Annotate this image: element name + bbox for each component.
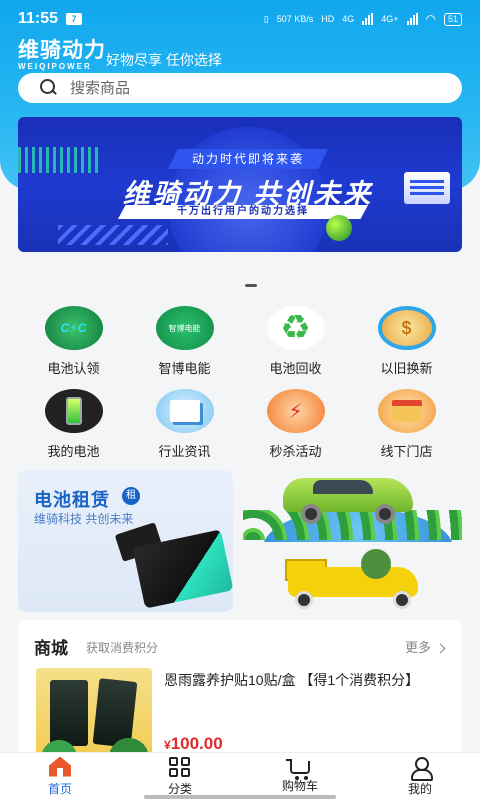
- car-wheel-icon: [375, 504, 395, 524]
- store-icon: [377, 389, 436, 433]
- app-notification-icon: 7: [66, 13, 83, 25]
- rental-badge: 租: [122, 487, 140, 505]
- menu-item-battery-claim[interactable]: C⚡C 电池认领: [18, 306, 129, 377]
- zhibo-energy-icon: 智博电能: [155, 306, 214, 350]
- brand-subtitle: WEIQIPOWER: [18, 62, 92, 71]
- brand-logo: 维骑动力 WEIQIPOWER: [18, 39, 106, 72]
- price-value: 100.00: [170, 734, 223, 753]
- menu-label: 电池回收: [269, 361, 322, 376]
- carousel-indicator: [245, 284, 257, 287]
- ball-graphic-icon: [326, 215, 352, 241]
- menu-item-news[interactable]: 行业资讯: [129, 389, 240, 460]
- tab-label: 购物车: [281, 779, 318, 793]
- tab-mine[interactable]: 我的: [360, 753, 480, 800]
- sim2-label: 4G+: [381, 14, 399, 24]
- banner-decoration-bars: [58, 225, 168, 245]
- product-price: ¥100.00: [164, 734, 223, 754]
- battery-claim-icon: C⚡C: [44, 306, 103, 350]
- rental-subtitle: 维骑科技 共创未来: [34, 512, 134, 526]
- status-time: 11:55: [18, 10, 59, 27]
- news-icon: [155, 389, 214, 433]
- car-window: [313, 480, 373, 494]
- trees-graphic: [243, 510, 462, 540]
- signal-icon-2: [406, 13, 418, 25]
- rider-icon: [361, 549, 391, 579]
- banner-decoration: [18, 147, 98, 173]
- zhibo-icon-text: 智博电能: [168, 323, 201, 333]
- search-icon: [40, 79, 58, 97]
- menu-item-recycle[interactable]: ♻ 电池回收: [240, 306, 351, 377]
- home-icon: [49, 756, 71, 777]
- status-bar: 11:55 7 ▯ 507 KB/s HD 4G 4G+ ◠ 51: [0, 0, 480, 38]
- mall-more-label: 更多: [404, 640, 431, 655]
- menu-label: 以旧换新: [380, 361, 433, 376]
- gesture-bar: [144, 795, 336, 799]
- hd-icon: HD: [321, 14, 335, 24]
- banner-tag: 动力时代即将来袭: [168, 149, 328, 169]
- menu-label: 秒杀活动: [269, 444, 322, 459]
- status-indicators: ▯ 507 KB/s HD 4G 4G+ ◠ 51: [264, 12, 462, 26]
- brand-title: 维骑动力: [18, 39, 106, 62]
- my-battery-icon: [44, 389, 103, 433]
- product-image[interactable]: [36, 668, 152, 754]
- mall-title: 商城: [34, 639, 68, 658]
- menu-label: 智博电能: [158, 361, 211, 376]
- chevron-right-icon: [435, 643, 446, 654]
- tab-label: 分类: [167, 781, 192, 796]
- user-icon: [409, 756, 433, 781]
- menu-item-store[interactable]: 线下门店: [351, 389, 462, 460]
- plant-graphic: [36, 734, 152, 754]
- trade-in-icon: $: [377, 306, 436, 350]
- menu-label: 电池认领: [47, 361, 100, 376]
- electric-car-promo[interactable]: [243, 468, 462, 542]
- cart-icon: [286, 759, 310, 780]
- tab-label: 首页: [47, 781, 72, 796]
- mall-section: 商城 获取消费积分 更多 恩雨露养护贴10贴/盒 【得1个消费积分】 ¥100.…: [18, 620, 462, 754]
- tab-category[interactable]: 分类: [120, 753, 240, 800]
- search-input[interactable]: [70, 79, 410, 97]
- menu-label: 线下门店: [380, 444, 433, 459]
- delivery-scooter-promo[interactable]: [243, 545, 462, 611]
- flash-sale-icon: ⚡: [266, 389, 325, 433]
- bottom-tab-bar: 首页 分类 购物车 我的: [0, 752, 480, 800]
- search-bar[interactable]: [18, 73, 462, 103]
- battery-rental-card[interactable]: 电池租赁 租 维骑科技 共创未来: [18, 470, 233, 612]
- vibrate-icon: ▯: [263, 13, 269, 24]
- tab-cart[interactable]: 购物车: [240, 753, 360, 800]
- mall-subtitle: 获取消费积分: [86, 641, 159, 655]
- signal-icon: [362, 13, 374, 25]
- brand-slogan: 好物尽享 任你选择: [106, 52, 222, 68]
- product-name[interactable]: 恩雨露养护贴10贴/盒 【得1个消费积分】: [164, 670, 444, 691]
- menu-item-flash-sale[interactable]: ⚡ 秒杀活动: [240, 389, 351, 460]
- menu-item-my-battery[interactable]: 我的电池: [18, 389, 129, 460]
- menu-item-trade-in[interactable]: $ 以旧换新: [351, 306, 462, 377]
- sim1-label: 4G: [342, 14, 355, 24]
- scooter-wheel-icon: [393, 591, 411, 609]
- wifi-icon: ◠: [425, 12, 436, 26]
- rental-title: 电池租赁: [34, 490, 110, 510]
- menu-item-zhibo-energy[interactable]: 智博电能 智博电能: [129, 306, 240, 377]
- scooter-wheel-icon: [295, 591, 313, 609]
- grid-icon: [169, 756, 191, 777]
- tab-home[interactable]: 首页: [0, 753, 120, 800]
- recycle-icon: ♻: [266, 306, 325, 350]
- network-speed: 507 KB/s: [276, 14, 314, 24]
- battery-icon: 51: [443, 12, 462, 26]
- battery-graphic-icon: [404, 172, 450, 204]
- menu-label: 我的电池: [47, 444, 100, 459]
- car-wheel-icon: [301, 504, 321, 524]
- feature-grid: C⚡C 电池认领 智博电能 智博电能 ♻ 电池回收 $ 以旧换新 我的电池 行业…: [18, 306, 462, 460]
- tab-label: 我的: [407, 781, 432, 796]
- menu-label: 行业资讯: [158, 444, 211, 459]
- promo-banner[interactable]: 动力时代即将来袭 维骑动力 共创未来 千万出行用户的动力选择: [18, 117, 462, 252]
- mall-more-link[interactable]: 更多: [404, 637, 446, 656]
- currency-symbol: ¥: [164, 738, 171, 752]
